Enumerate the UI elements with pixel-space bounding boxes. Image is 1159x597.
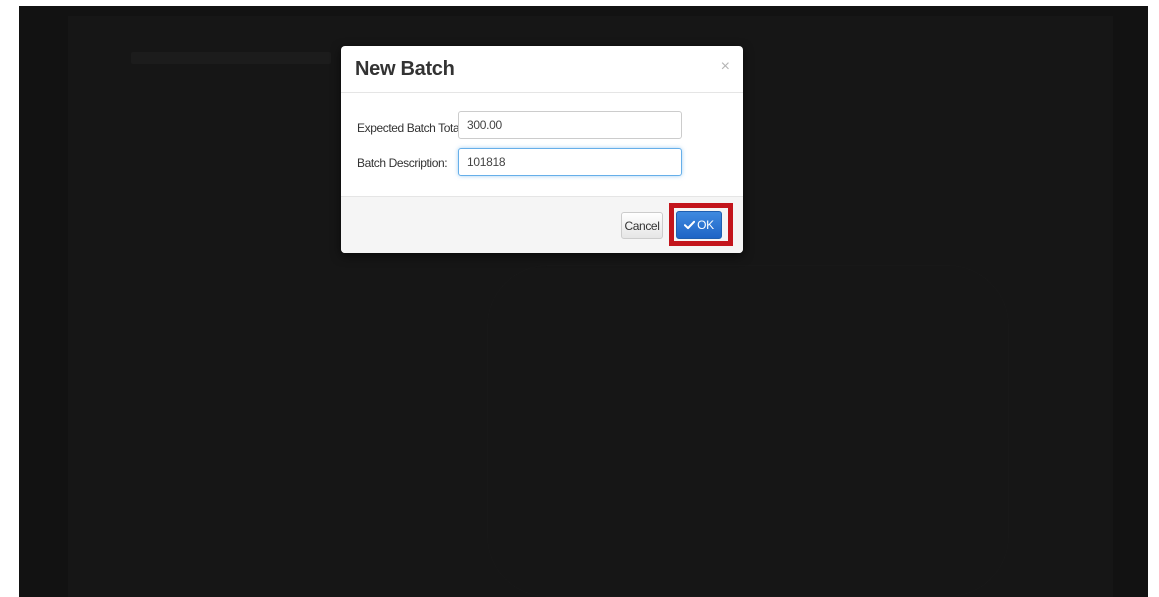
background-graphic xyxy=(488,266,1008,596)
dialog-body: Expected Batch Total: Batch Description: xyxy=(341,93,743,193)
batch-description-input[interactable] xyxy=(458,148,682,176)
cancel-button[interactable]: Cancel xyxy=(621,212,663,239)
dialog-header: New Batch × xyxy=(341,46,743,93)
ok-button[interactable]: OK xyxy=(676,211,722,239)
batch-description-label: Batch Description: xyxy=(357,156,448,170)
ok-button-label: OK xyxy=(697,218,714,232)
close-icon[interactable]: × xyxy=(721,59,730,75)
expected-batch-total-input[interactable] xyxy=(458,111,682,139)
new-batch-dialog: New Batch × Expected Batch Total: Batch … xyxy=(341,46,743,253)
dialog-title: New Batch xyxy=(355,58,455,80)
dialog-footer: Cancel OK xyxy=(341,196,743,253)
check-icon xyxy=(684,220,696,230)
expected-batch-total-label: Expected Batch Total: xyxy=(357,121,465,135)
background-breadcrumb xyxy=(131,52,331,64)
